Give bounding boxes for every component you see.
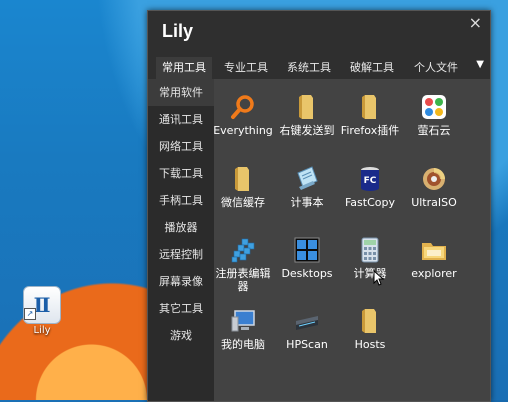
app-label: 微信缓存 xyxy=(221,196,265,209)
app-label: explorer xyxy=(411,267,457,280)
shortcut-arrow-icon: ↗ xyxy=(24,308,36,320)
app-explorer[interactable]: explorer xyxy=(403,236,465,280)
tab-system-tools[interactable]: 系统工具 xyxy=(281,57,337,79)
app-label: 我的电脑 xyxy=(221,338,265,351)
folder-icon xyxy=(299,95,313,119)
app-firefox-plugins[interactable]: Firefox插件 xyxy=(339,93,401,137)
notepad-icon xyxy=(297,166,318,190)
sidebar-item-screen-record[interactable]: 屏幕录像 xyxy=(148,268,214,295)
more-tabs-icon[interactable]: ▼ xyxy=(476,59,484,70)
tab-bar: 常用工具 专业工具 系统工具 破解工具 个人文件 ▼ xyxy=(148,57,490,79)
app-ezviz[interactable]: 萤石云 xyxy=(403,93,465,137)
window-title: Lily xyxy=(162,21,194,41)
registry-icon xyxy=(231,238,255,263)
app-wechat-cache[interactable]: 微信缓存 xyxy=(212,165,274,209)
app-hosts[interactable]: Hosts xyxy=(339,307,401,351)
folder-icon xyxy=(362,309,376,333)
desktops-icon xyxy=(294,237,320,263)
app-label: Firefox插件 xyxy=(340,124,400,137)
lily-icon-glyph: Ⅱ xyxy=(33,293,51,317)
sidebar-item-phone[interactable]: 手柄工具 xyxy=(148,187,214,214)
mouse-cursor-icon xyxy=(373,270,385,286)
magnifier-icon xyxy=(231,95,254,119)
tab-common-tools[interactable]: 常用工具 xyxy=(156,57,212,79)
lily-launcher-window: Lily × 常用工具 专业工具 系统工具 破解工具 个人文件 ▼ 常用软件 通… xyxy=(147,10,491,402)
app-label: 右键发送到 xyxy=(279,124,335,137)
app-registry-editor[interactable]: 注册表编辑器 xyxy=(212,236,274,293)
folder-icon xyxy=(362,95,376,119)
app-my-computer[interactable]: 我的电脑 xyxy=(212,307,274,351)
app-calculator[interactable]: 计算器 xyxy=(339,236,401,280)
app-label: Hosts xyxy=(354,338,386,351)
app-send-to[interactable]: 右键发送到 xyxy=(276,93,338,137)
folder-icon xyxy=(235,167,249,191)
app-grid: Everything 右键发送到 Firefox插件 萤石云 微信缓存 计事本 … xyxy=(212,79,490,401)
sidebar-item-player[interactable]: 播放器 xyxy=(148,214,214,241)
app-notepad[interactable]: 计事本 xyxy=(276,165,338,209)
desktop-icon-label: Lily xyxy=(33,325,51,336)
tab-personal-files[interactable]: 个人文件 xyxy=(408,57,464,79)
tab-crack-tools[interactable]: 破解工具 xyxy=(344,57,400,79)
app-label: UltraISO xyxy=(411,196,457,209)
app-label: FastCopy xyxy=(344,196,395,209)
app-ultraiso[interactable]: UltraISO xyxy=(403,165,465,209)
app-everything[interactable]: Everything xyxy=(212,93,274,137)
disc-icon xyxy=(423,168,445,190)
tab-pro-tools[interactable]: 专业工具 xyxy=(218,57,274,79)
app-hpscan[interactable]: HPScan xyxy=(276,307,338,351)
sidebar-item-games[interactable]: 游戏 xyxy=(148,322,214,349)
calculator-icon xyxy=(361,237,379,263)
sidebar-item-download[interactable]: 下载工具 xyxy=(148,160,214,187)
app-label: 注册表编辑器 xyxy=(215,267,271,293)
desktop-shortcut-lily[interactable]: Ⅱ ↗ Lily xyxy=(22,286,62,336)
sidebar-item-common-software[interactable]: 常用软件 xyxy=(148,79,214,106)
app-label: 计事本 xyxy=(290,196,324,209)
app-label: Desktops xyxy=(281,267,333,280)
explorer-folder-icon xyxy=(422,243,446,260)
fastcopy-icon: FC xyxy=(361,167,379,191)
app-label: Everything xyxy=(213,124,273,137)
scanner-icon xyxy=(296,316,318,330)
app-fastcopy[interactable]: FC FastCopy xyxy=(339,165,401,209)
close-icon[interactable]: × xyxy=(469,13,482,32)
category-sidebar: 常用软件 通讯工具 网络工具 下载工具 手柄工具 播放器 远程控制 屏幕录像 其… xyxy=(148,79,214,401)
app-label: 萤石云 xyxy=(417,124,451,137)
app-label: 计算器 xyxy=(353,267,387,280)
fastcopy-badge-text: FC xyxy=(364,176,377,186)
app-desktops[interactable]: Desktops xyxy=(276,236,338,280)
computer-icon xyxy=(231,310,255,332)
app-label: HPScan xyxy=(286,338,328,351)
sidebar-item-remote[interactable]: 远程控制 xyxy=(148,241,214,268)
ezviz-icon xyxy=(422,95,446,119)
sidebar-item-other[interactable]: 其它工具 xyxy=(148,295,214,322)
sidebar-item-network[interactable]: 网络工具 xyxy=(148,133,214,160)
sidebar-item-communication[interactable]: 通讯工具 xyxy=(148,106,214,133)
